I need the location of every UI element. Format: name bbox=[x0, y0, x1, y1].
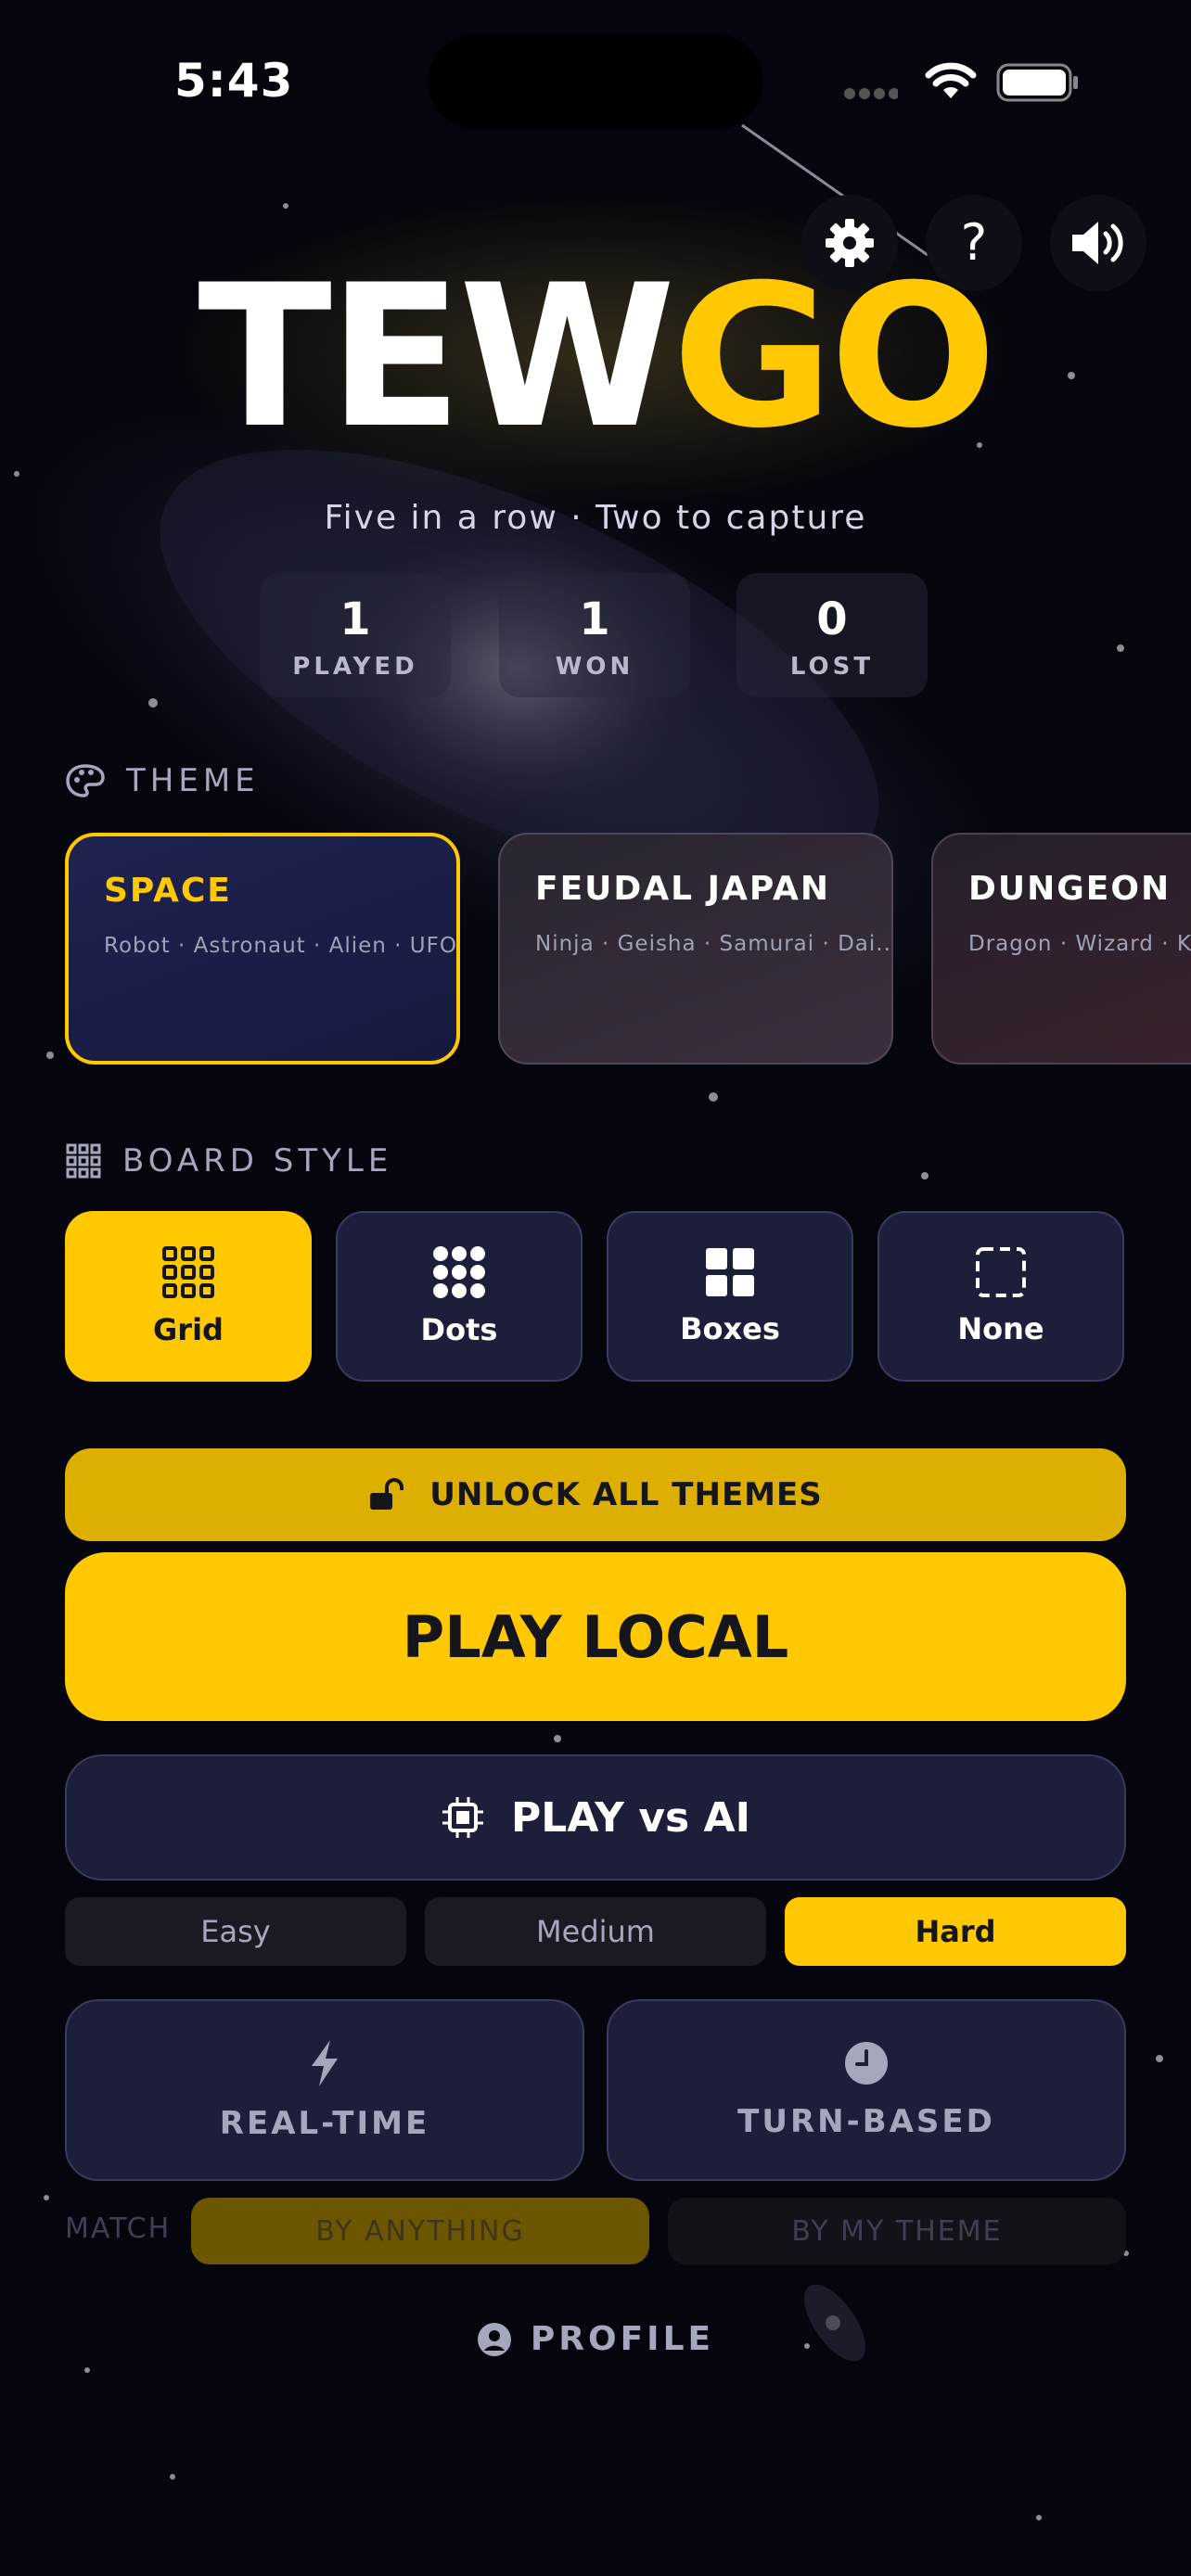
stat-value: 0 bbox=[816, 593, 848, 645]
board-style-none[interactable]: None bbox=[877, 1211, 1124, 1382]
match-label: MATCH bbox=[65, 2213, 172, 2245]
difficulty-medium[interactable]: Medium bbox=[425, 1897, 766, 1966]
wifi-icon bbox=[925, 62, 977, 98]
stat-label: WON bbox=[555, 653, 634, 681]
grid-icon bbox=[162, 1246, 214, 1298]
title-part-go: GO bbox=[672, 242, 997, 471]
palette-icon bbox=[66, 764, 105, 797]
stat-value: 1 bbox=[579, 593, 610, 645]
clock-icon bbox=[845, 2042, 888, 2085]
unlock-label: UNLOCK ALL THEMES bbox=[429, 1476, 823, 1513]
app-title: TEWGO bbox=[0, 250, 1191, 464]
stat-lost: 0 LOST bbox=[736, 573, 928, 697]
match-by-my-theme[interactable]: BY MY THEME bbox=[668, 2198, 1126, 2264]
theme-card-name: FEUDAL JAPAN bbox=[535, 870, 830, 908]
battery-icon bbox=[996, 63, 1078, 102]
signal-icon bbox=[844, 88, 898, 99]
theme-card-items: Dragon · Wizard · Kni bbox=[968, 932, 1191, 956]
status-time: 5:43 bbox=[174, 54, 294, 108]
stat-label: PLAYED bbox=[292, 653, 418, 681]
board-style-option-label: Boxes bbox=[680, 1311, 780, 1346]
theme-card-items: Ninja · Geisha · Samurai · Dai... bbox=[535, 932, 893, 956]
theme-card-items: Robot · Astronaut · Alien · UFO bbox=[104, 934, 457, 958]
theme-card-feudal-japan[interactable]: FEUDAL JAPAN Ninja · Geisha · Samurai · … bbox=[498, 833, 893, 1065]
match-by-anything[interactable]: BY ANYTHING bbox=[191, 2198, 649, 2264]
board-style-option-label: Grid bbox=[153, 1312, 224, 1347]
board-style-option-label: Dots bbox=[420, 1312, 498, 1347]
unlock-all-themes-button[interactable]: UNLOCK ALL THEMES bbox=[65, 1448, 1126, 1541]
theme-section-header: THEME bbox=[65, 762, 260, 799]
board-style-boxes[interactable]: Boxes bbox=[607, 1211, 853, 1382]
tagline: Five in a row · Two to capture bbox=[324, 499, 867, 537]
profile-icon bbox=[477, 2322, 511, 2356]
play-vs-ai-label: PLAY vs AI bbox=[511, 1793, 750, 1842]
dashed-square-icon bbox=[976, 1247, 1026, 1297]
board-style-label: BOARD STYLE bbox=[122, 1142, 393, 1180]
boxes-icon bbox=[706, 1248, 754, 1296]
title-part-tew: TEW bbox=[198, 242, 675, 471]
stat-won: 1 WON bbox=[499, 573, 690, 697]
dynamic-island bbox=[429, 33, 762, 130]
board-style-grid[interactable]: Grid bbox=[65, 1211, 312, 1382]
mode-label: REAL-TIME bbox=[219, 2105, 430, 2142]
mode-turn-based[interactable]: TURN-BASED bbox=[607, 1999, 1126, 2181]
lightning-icon bbox=[312, 2040, 338, 2086]
stat-label: LOST bbox=[789, 653, 875, 681]
dots-icon bbox=[433, 1246, 485, 1298]
grid-small-icon bbox=[66, 1143, 101, 1179]
board-style-option-label: None bbox=[957, 1311, 1044, 1346]
theme-card-dungeon[interactable]: DUNGEON Dragon · Wizard · Kni bbox=[931, 833, 1191, 1065]
play-local-button[interactable]: PLAY LOCAL bbox=[65, 1552, 1126, 1721]
board-style-header: BOARD STYLE bbox=[65, 1142, 392, 1180]
unlock-icon bbox=[370, 1478, 404, 1510]
theme-card-name: SPACE bbox=[104, 872, 232, 910]
difficulty-easy[interactable]: Easy bbox=[65, 1897, 406, 1966]
mode-real-time[interactable]: REAL-TIME bbox=[65, 1999, 584, 2181]
theme-card-space[interactable]: SPACE Robot · Astronaut · Alien · UFO bbox=[65, 833, 460, 1065]
board-style-dots[interactable]: Dots bbox=[336, 1211, 583, 1382]
theme-card-name: DUNGEON bbox=[968, 870, 1172, 908]
profile-label: PROFILE bbox=[530, 2320, 715, 2358]
cpu-chip-icon bbox=[442, 1797, 484, 1838]
difficulty-hard[interactable]: Hard bbox=[785, 1897, 1126, 1966]
play-vs-ai-button[interactable]: PLAY vs AI bbox=[65, 1754, 1126, 1881]
theme-section-label: THEME bbox=[126, 762, 260, 799]
stat-value: 1 bbox=[339, 593, 371, 645]
stat-played: 1 PLAYED bbox=[260, 573, 451, 697]
mode-label: TURN-BASED bbox=[737, 2103, 995, 2140]
profile-button[interactable]: PROFILE bbox=[0, 2320, 1191, 2358]
